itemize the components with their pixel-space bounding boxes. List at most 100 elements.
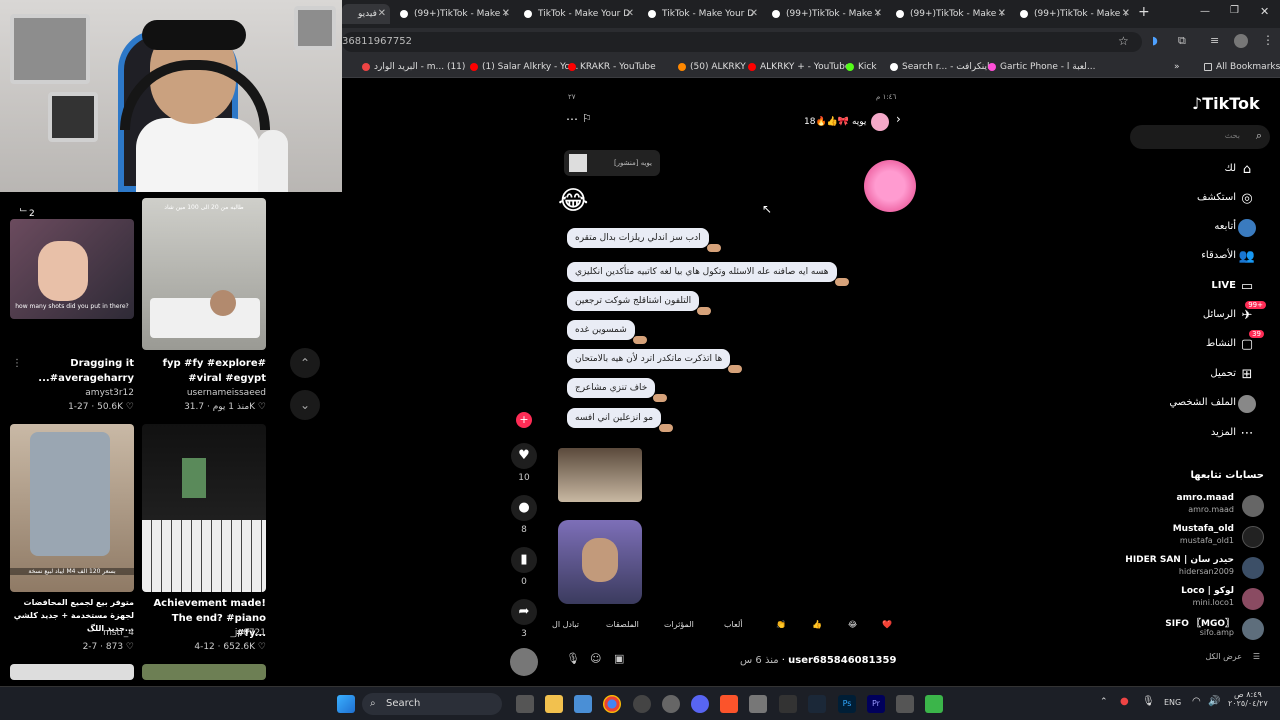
following-item[interactable]: SIFO 〖MGO〗 sifo.amp xyxy=(1120,616,1270,646)
star-icon[interactable]: ☆ xyxy=(1118,34,1129,48)
bookmark-item[interactable]: Gartic Phone - لعبة ا... xyxy=(988,56,1095,78)
bookmark-item[interactable]: Search r... - ماينكرافت xyxy=(890,56,995,78)
message-bubble[interactable]: ادب سز اندلي ريلزات بدال متقره xyxy=(567,228,721,252)
message-bubble[interactable]: ها اتذكرت ماتكدر اترد لأن هيه بالامتحان xyxy=(567,349,743,373)
all-bookmarks[interactable]: All Bookmarks xyxy=(1204,56,1280,78)
nav-item-friends[interactable]: الأصدقاء 👥 xyxy=(1130,246,1270,270)
following-item[interactable]: Mustafa_old mustafa_old1 xyxy=(1120,524,1270,554)
contact-name[interactable]: يويه 🎀👍🔥18 xyxy=(804,117,866,127)
video-thumbnail[interactable]: ايباد لبيع نسخة M4 بسعر 120 الف xyxy=(10,424,134,592)
following-item[interactable]: HIDER SAN | حيدر سان hidersan2009 xyxy=(1120,555,1270,585)
more-icon[interactable]: ⋮ xyxy=(12,358,22,369)
quick-reply[interactable]: 👍 xyxy=(812,620,822,629)
taskbar-search[interactable]: ⌕ Search xyxy=(362,693,502,715)
obs-icon[interactable] xyxy=(749,695,767,713)
following-item[interactable]: amro.maad amro.maad xyxy=(1120,493,1270,523)
nav-item-messages[interactable]: الرسائل ✈ 99+ xyxy=(1130,301,1270,329)
bookmark-item[interactable]: البريد الوارد - m... (11) xyxy=(362,56,465,78)
quick-reply[interactable]: 😂 xyxy=(848,620,857,629)
chrome-icon[interactable] xyxy=(603,695,621,713)
browser-tab[interactable]: (99+)TikTok - Make Y ✕ xyxy=(1018,4,1134,24)
app-icon[interactable] xyxy=(633,695,651,713)
message-bubble[interactable]: هسه ايه صافنه عله الاسئله وتكول هاي بيا … xyxy=(567,262,849,286)
file-explorer-icon[interactable] xyxy=(545,695,563,713)
chevron-right-icon[interactable]: › xyxy=(896,112,901,126)
nav-item-profile[interactable]: الملف الشخصي xyxy=(1130,393,1270,417)
chevron-down-icon[interactable]: ⌄ xyxy=(290,390,320,420)
message-bubble[interactable]: خاف تنزي مشاعرج xyxy=(567,378,668,402)
video-author[interactable]: mstr_4 xyxy=(10,628,134,638)
menu-icon[interactable]: ⋮ xyxy=(1262,33,1274,47)
close-icon[interactable]: ✕ xyxy=(378,4,386,24)
video-thumbnail[interactable] xyxy=(10,664,134,680)
comment-icon[interactable]: ● xyxy=(511,495,537,521)
quick-reply[interactable]: ❤️ xyxy=(882,620,892,629)
app-icon[interactable] xyxy=(896,695,914,713)
plus-icon[interactable]: + xyxy=(1138,4,1150,20)
close-icon[interactable]: ✕ xyxy=(874,4,882,24)
close-icon[interactable]: ✕ xyxy=(502,4,510,24)
puzzle-icon[interactable]: ⧉ xyxy=(1178,34,1186,48)
chevron-up-icon[interactable]: ⌃ xyxy=(1100,697,1108,707)
extension-icon[interactable]: ◗ xyxy=(1152,34,1158,47)
close-icon[interactable]: ✕ xyxy=(626,4,634,24)
task-view-icon[interactable] xyxy=(516,695,534,713)
bookmark-item[interactable]: ALKRKY + - YouTube xyxy=(748,56,850,78)
search-input[interactable]: بحث ⌕ xyxy=(1130,125,1270,149)
video-title[interactable]: fyp #fy #explore# #viral #egypt xyxy=(142,356,266,386)
tray-app-icon[interactable]: ● xyxy=(1120,696,1129,707)
close-icon[interactable]: ✕ xyxy=(1122,4,1130,24)
nav-item-more[interactable]: المزيد ⋯ xyxy=(1130,423,1270,447)
search-icon[interactable]: ⌕ xyxy=(1256,129,1262,143)
minecraft-icon[interactable] xyxy=(925,695,943,713)
more-horizontal-icon[interactable]: ⋯ xyxy=(566,112,578,126)
contact-avatar[interactable] xyxy=(871,113,889,131)
nav-item-live[interactable]: LIVE ▭ xyxy=(1130,276,1270,300)
browser-tab[interactable]: (99+)TikTok - Make Y ✕ xyxy=(894,4,1010,24)
close-icon[interactable]: ✕ xyxy=(750,4,758,24)
shared-photo[interactable] xyxy=(558,520,642,604)
window-close-icon[interactable]: ✕ xyxy=(1260,5,1269,18)
video-author[interactable]: _jp0721 xyxy=(142,628,266,638)
message-bubble[interactable]: مو انزعلين اني افسه xyxy=(567,408,674,432)
browser-tab[interactable]: (99+)TikTok - Make Y ✕ xyxy=(770,4,886,24)
video-thumbnail[interactable]: how many shots did you put in there? xyxy=(10,219,134,319)
pinned-preview[interactable]: يويه [منشور] xyxy=(564,150,660,176)
quick-reply[interactable]: المؤثرات xyxy=(664,620,694,629)
share-action[interactable]: ➦ 3 xyxy=(510,599,538,639)
flag-icon[interactable]: ⚐ xyxy=(582,112,592,125)
video-author[interactable]: usernameissaeed xyxy=(142,388,266,398)
like-action[interactable]: ♥ 10 xyxy=(510,443,538,483)
browser-tab[interactable]: TikTok - Make Your D ✕ xyxy=(646,4,762,24)
creator-avatar[interactable] xyxy=(510,648,538,676)
nav-item-activity[interactable]: النشاط ▢ 39 xyxy=(1130,330,1270,358)
quick-reply[interactable]: ألعاب xyxy=(724,620,743,629)
restore-icon[interactable]: ❐ xyxy=(1230,5,1239,16)
emoji-icon[interactable]: ☺ xyxy=(590,652,601,665)
bookmark-item[interactable]: KRAKR - YouTube xyxy=(568,56,656,78)
bookmark-item[interactable]: (1) Salar Alkrky - Yo... xyxy=(470,56,578,78)
share-icon[interactable]: ➦ xyxy=(511,599,537,625)
plus-icon[interactable]: + xyxy=(516,412,532,428)
nav-item-explore[interactable]: استكشف ◎ xyxy=(1130,188,1270,212)
microphone-icon[interactable]: 🎙 xyxy=(566,652,580,665)
settings-icon[interactable] xyxy=(662,695,680,713)
video-thumbnail[interactable]: طالبه من 20 الى 100 مين شاد xyxy=(142,198,266,350)
brave-icon[interactable] xyxy=(720,695,738,713)
nav-item-following[interactable]: أتابعه xyxy=(1130,217,1270,241)
language-indicator[interactable]: ENG xyxy=(1164,698,1181,707)
chevron-up-icon[interactable]: ⌃ xyxy=(290,348,320,378)
see-all-link[interactable]: عرض الكل ☰ xyxy=(1160,652,1260,661)
avatar[interactable] xyxy=(1234,34,1248,48)
start-icon[interactable] xyxy=(337,695,355,713)
microphone-icon[interactable]: 🎙 xyxy=(1142,696,1155,707)
video-author[interactable]: amyst3r12 xyxy=(10,388,134,398)
discord-icon[interactable] xyxy=(691,695,709,713)
comment-action[interactable]: ● 8 xyxy=(510,495,538,535)
video-title[interactable]: Dragging it ...#averageharry xyxy=(10,356,134,386)
browser-tab[interactable]: TikTok - Make Your D ✕ xyxy=(522,4,638,24)
shared-video-thumbnail[interactable] xyxy=(558,448,642,502)
bookmark-item[interactable]: Kick xyxy=(846,56,877,78)
message-bubble[interactable]: التلفون اشتاقلج شوكت ترجعين xyxy=(567,291,712,315)
video-thumbnail[interactable] xyxy=(142,424,266,592)
